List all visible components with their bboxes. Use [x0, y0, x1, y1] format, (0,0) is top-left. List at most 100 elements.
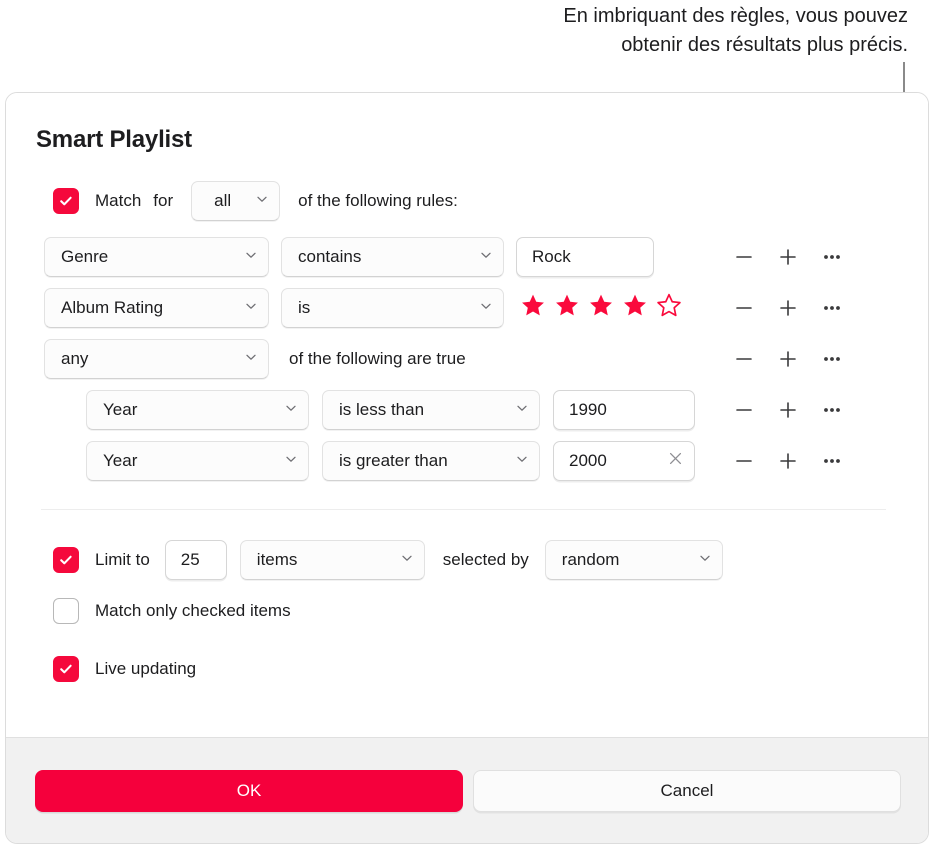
chevron-down-icon	[479, 247, 493, 267]
live-updating-checkbox[interactable]	[53, 656, 79, 682]
match-row: Match for all of the following rules:	[53, 181, 458, 221]
match-label: Match	[95, 191, 142, 210]
more-options-button[interactable]	[810, 242, 854, 272]
match-scope-select[interactable]: all	[191, 181, 281, 221]
selected-by-value: random	[561, 550, 620, 569]
rule-value-input[interactable]: 2000	[553, 441, 695, 481]
add-rule-button[interactable]	[766, 395, 810, 425]
match-tail-label: of the following rules:	[298, 191, 458, 210]
chevron-down-icon	[284, 451, 298, 471]
rule-operator-value: is	[298, 298, 311, 317]
rule-field-select[interactable]: Year	[86, 441, 309, 481]
rule-row-actions	[722, 446, 854, 476]
chevron-down-icon	[698, 550, 712, 570]
callout-annotation: En imbriquant des règles, vous pouvez ob…	[300, 2, 908, 60]
add-rule-button[interactable]	[766, 242, 810, 272]
rating-stars[interactable]	[520, 293, 682, 323]
rule-field-value: Year	[103, 400, 138, 419]
rule-value-input[interactable]: Rock	[516, 237, 654, 277]
chevron-down-icon	[244, 349, 258, 369]
chevron-down-icon	[244, 247, 258, 267]
limit-unit-value: items	[256, 550, 298, 569]
rule-group-row: any of the following are true	[44, 339, 466, 379]
star-icon-filled[interactable]	[554, 293, 580, 323]
dialog-title: Smart Playlist	[36, 126, 192, 153]
chevron-down-icon	[515, 451, 529, 471]
dialog-body: Smart Playlist Match for all of the foll…	[6, 93, 928, 739]
clear-icon[interactable]	[667, 450, 684, 472]
rule-row-nested: Year is less than 1990	[86, 390, 695, 430]
match-only-checked-label: Match only checked items	[95, 601, 291, 620]
limit-amount-input[interactable]: 25	[164, 540, 227, 580]
rule-value-text: 2000	[569, 451, 607, 470]
limit-amount-value: 25	[180, 550, 200, 569]
live-updating-row: Live updating	[53, 656, 196, 682]
star-icon-filled[interactable]	[588, 293, 614, 323]
rule-field-value: Year	[103, 451, 138, 470]
chevron-down-icon	[515, 400, 529, 420]
more-options-button[interactable]	[810, 293, 854, 323]
rule-field-select[interactable]: Album Rating	[44, 288, 269, 328]
callout-line-1: En imbriquant des règles, vous pouvez	[563, 5, 908, 27]
rule-operator-select[interactable]: contains	[281, 237, 504, 277]
add-rule-button[interactable]	[766, 293, 810, 323]
callout-line-2: obtenir des résultats plus précis.	[621, 34, 908, 56]
remove-rule-button[interactable]	[722, 446, 766, 476]
add-rule-button[interactable]	[766, 344, 810, 374]
dialog-footer: OK Cancel	[6, 737, 928, 843]
remove-rule-button[interactable]	[722, 293, 766, 323]
more-options-button[interactable]	[810, 395, 854, 425]
rule-row-nested: Year is greater than 2000	[86, 441, 695, 481]
star-icon-empty[interactable]	[656, 293, 682, 323]
remove-rule-button[interactable]	[722, 344, 766, 374]
rule-field-select[interactable]: Year	[86, 390, 309, 430]
checkmark-icon	[60, 664, 72, 674]
rule-row: Genre contains Rock	[44, 237, 654, 277]
selected-by-label: selected by	[442, 550, 529, 569]
chevron-down-icon	[284, 400, 298, 420]
star-icon-filled[interactable]	[622, 293, 648, 323]
rule-operator-select[interactable]: is less than	[322, 390, 540, 430]
cancel-button[interactable]: Cancel	[473, 770, 901, 812]
rule-operator-value: contains	[298, 247, 362, 266]
rule-operator-select[interactable]: is greater than	[322, 441, 540, 481]
chevron-down-icon	[479, 298, 493, 318]
rule-operator-select[interactable]: is	[281, 288, 504, 328]
rule-value-text: 1990	[569, 400, 607, 419]
more-options-button[interactable]	[810, 446, 854, 476]
rule-row: Album Rating is	[44, 288, 682, 328]
rule-row-actions	[722, 293, 854, 323]
section-divider	[41, 509, 886, 510]
rule-row-actions	[722, 242, 854, 272]
rule-field-select[interactable]: Genre	[44, 237, 269, 277]
rule-field-value: Genre	[61, 247, 109, 266]
chevron-down-icon	[255, 191, 269, 211]
remove-rule-button[interactable]	[722, 395, 766, 425]
rule-group-label: of the following are true	[289, 349, 466, 368]
more-options-button[interactable]	[810, 344, 854, 374]
rule-row-actions	[722, 344, 854, 374]
match-for-label: for	[153, 191, 174, 210]
limit-checkbox[interactable]	[53, 547, 79, 573]
match-checkbox[interactable]	[53, 188, 79, 214]
rule-operator-value: is less than	[339, 400, 425, 419]
rule-operator-value: is greater than	[339, 451, 448, 470]
rule-value-text: Rock	[532, 247, 571, 266]
ok-button[interactable]: OK	[35, 770, 463, 812]
limit-unit-select[interactable]: items	[239, 540, 425, 580]
match-only-checked-checkbox[interactable]	[53, 598, 79, 624]
rule-row-actions	[722, 395, 854, 425]
match-scope-value: all	[214, 191, 232, 210]
star-icon-filled[interactable]	[520, 293, 546, 323]
match-only-checked-row: Match only checked items	[53, 598, 291, 624]
rule-group-scope-value: any	[61, 349, 89, 368]
add-rule-button[interactable]	[766, 446, 810, 476]
rule-value-input[interactable]: 1990	[553, 390, 695, 430]
remove-rule-button[interactable]	[722, 242, 766, 272]
selected-by-select[interactable]: random	[544, 540, 723, 580]
chevron-down-icon	[244, 298, 258, 318]
smart-playlist-dialog: Smart Playlist Match for all of the foll…	[5, 92, 929, 844]
checkmark-icon	[60, 555, 72, 565]
rule-group-scope-select[interactable]: any	[44, 339, 269, 379]
chevron-down-icon	[400, 550, 414, 570]
